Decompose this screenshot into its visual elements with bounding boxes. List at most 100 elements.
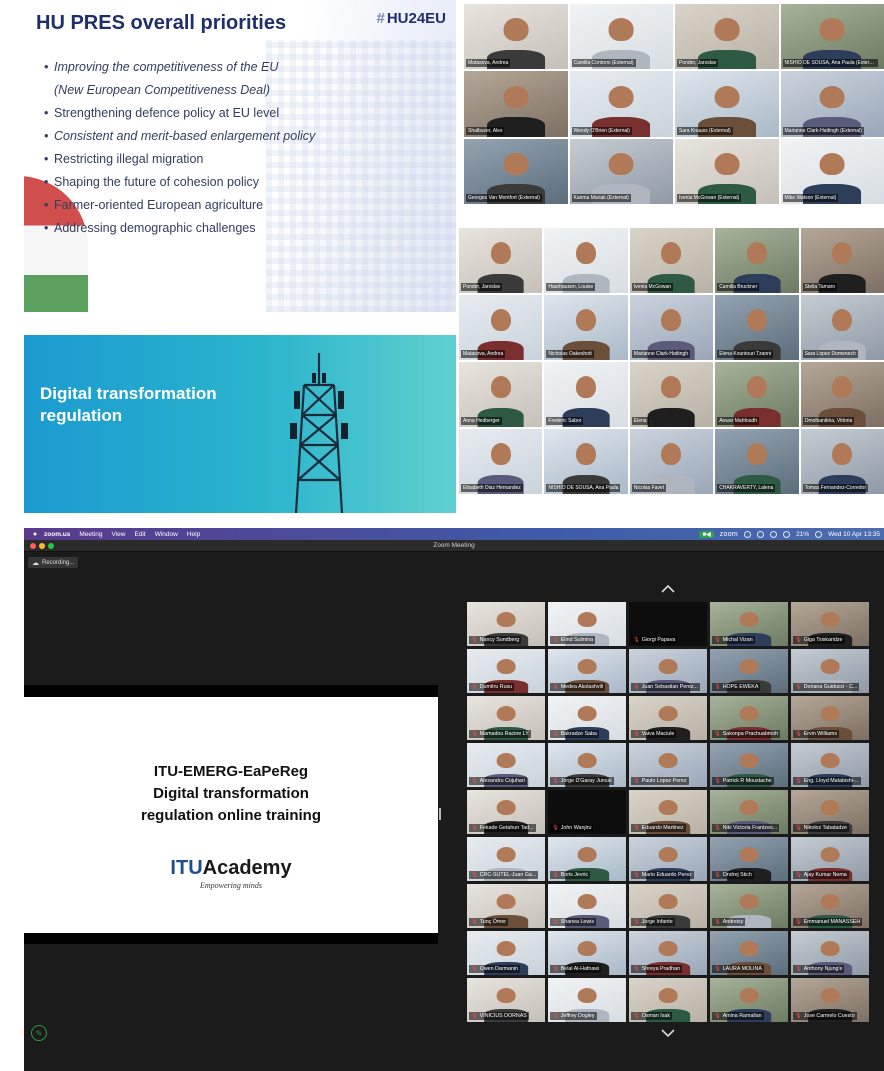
participant-video-tile[interactable]: Ponder, Jaroslav xyxy=(459,228,543,293)
participant-video-tile[interactable]: 🎙 Amina Ramallan xyxy=(710,978,788,1022)
participant-video-tile[interactable]: NISHIO DE SOUSA, Ana Paula xyxy=(544,429,628,494)
battery-level[interactable]: 21% xyxy=(796,531,809,538)
participant-video-tile[interactable]: Sara Knauss (External) xyxy=(675,71,779,137)
participant-video-tile[interactable]: Anna Hedberger xyxy=(459,362,543,427)
participant-video-tile[interactable]: 🎙 Jose Carmelo Cuesto xyxy=(791,978,869,1022)
participant-video-tile[interactable]: 🎙 VINICIUS DORNAS xyxy=(467,978,545,1022)
participant-video-tile[interactable]: Ivenia McGowan xyxy=(629,228,714,293)
menu-help[interactable]: Help xyxy=(187,531,200,538)
participant-video-tile[interactable]: Anwar Mahfoudh xyxy=(715,362,799,427)
participant-video-tile[interactable]: 🎙 LAURA MOLINA xyxy=(710,931,788,975)
participant-video-tile[interactable]: NISHIO DE SOUSA, Ana Paula (External) xyxy=(780,4,884,70)
apple-menu-icon[interactable]: ● xyxy=(30,531,40,538)
menu-view[interactable]: View xyxy=(112,531,126,538)
participant-video-tile[interactable]: 🎙 Jeffrey Dogley xyxy=(548,978,626,1022)
participant-video-tile[interactable]: 🎙 CRC-SUTEL-Juan Ga... xyxy=(467,837,545,881)
menu-edit[interactable]: Edit xyxy=(134,531,145,538)
participant-video-tile[interactable]: 🎙 Ajay Kumar Nema xyxy=(791,837,869,881)
menu-meeting[interactable]: Meeting xyxy=(79,531,102,538)
participant-video-tile[interactable]: 🎙 Eng. Lloyd Matabishi-... xyxy=(791,743,869,787)
status-icon[interactable] xyxy=(770,530,778,538)
participant-video-tile[interactable]: 🎙 Emmanuel MANASSEH xyxy=(791,884,869,928)
participant-video-tile[interactable]: Shalbuzer, Alex xyxy=(464,71,568,137)
participant-video-tile[interactable]: 🎙 Fekade Getahun Tad... xyxy=(467,790,545,834)
participant-video-tile[interactable]: 🎙 Alexandru Cojuhari xyxy=(467,743,545,787)
participant-video-tile[interactable]: Marianne Clark-Hattingh (External) xyxy=(780,71,884,137)
participant-video-tile[interactable]: Wendy O'Brien (External) xyxy=(569,71,673,137)
menu-window[interactable]: Window xyxy=(155,531,178,538)
participant-video-tile[interactable]: 🎙 Mario Eduardo Perez xyxy=(629,837,707,881)
participant-video-tile[interactable]: 🎙 Mamadou Racine LY xyxy=(467,696,545,740)
participant-video-tile[interactable]: Elena xyxy=(629,362,714,427)
participant-video-tile[interactable]: 🎙 John Wanjiru xyxy=(548,790,626,834)
pencil-icon[interactable]: ✎ xyxy=(31,1025,47,1041)
participant-video-tile[interactable]: 🎙 Jorge D'Garay Juncal xyxy=(548,743,626,787)
menu-app-zoom[interactable]: zoom.us xyxy=(44,531,70,538)
participant-video-tile[interactable]: Nicholas Oakeshott xyxy=(544,295,628,360)
participant-video-tile[interactable]: 🎙 Shanea Lewis xyxy=(548,884,626,928)
participant-video-tile[interactable]: 🎙 Osman Isak xyxy=(629,978,707,1022)
participant-video-tile[interactable]: Elisabeth Diaz Hernandez xyxy=(459,429,543,494)
wifi-icon[interactable] xyxy=(783,530,791,538)
status-icon[interactable] xyxy=(757,530,765,538)
participant-video-tile[interactable]: 🎙 Medea Akolashvili xyxy=(548,649,626,693)
participant-video-tile[interactable]: Karima Mariak (External) xyxy=(569,138,673,204)
participant-video-tile[interactable]: 🎙 Nancy Sundberg xyxy=(467,602,545,646)
participant-video-tile[interactable]: 🎙 Tunç Ömer xyxy=(467,884,545,928)
participant-video-tile[interactable]: Stella Tamaro xyxy=(800,228,884,293)
participant-video-tile[interactable]: 🎙 Ondrej Stich xyxy=(710,837,788,881)
participant-video-tile[interactable]: 🎙 Andreisy xyxy=(710,884,788,928)
recording-indicator[interactable]: ☁ Recording... xyxy=(28,557,79,568)
participant-video-tile[interactable]: 🎙 Bakradze Saba xyxy=(548,696,626,740)
participant-video-tile[interactable]: Tomas Fernandez-Corredor xyxy=(800,429,884,494)
participant-video-tile[interactable]: CHAKRAVERTY, Lalena xyxy=(715,429,799,494)
participant-video-tile[interactable]: 🎙 Belal Al-Hafnawi xyxy=(548,931,626,975)
participant-video-tile[interactable]: Sara Lopez Domenech xyxy=(800,295,884,360)
participant-video-tile[interactable]: 🎙 HOPE EWEKA xyxy=(710,649,788,693)
participant-video-tile[interactable]: Ivenia McGowan (External) xyxy=(675,138,779,204)
participant-video-tile[interactable]: Frederic Sabor xyxy=(544,362,628,427)
participant-video-tile[interactable]: 🎙 Owen Darmanin xyxy=(467,931,545,975)
participant-video-tile[interactable]: 🎙 Patrick R Moustache xyxy=(710,743,788,787)
participant-video-tile[interactable]: Camilla Bruckner xyxy=(715,228,799,293)
participant-video-tile[interactable]: 🎙 Giorgi Papava xyxy=(629,602,707,646)
zoom-status-label[interactable]: zoom xyxy=(720,531,738,538)
participant-video-tile[interactable]: 🎙 Anthony Njung'e xyxy=(791,931,869,975)
participant-video-tile[interactable]: Matasova, Andrea xyxy=(464,4,568,70)
participant-video-tile[interactable]: 🎙 Niki Victoria Frantzes... xyxy=(710,790,788,834)
participant-video-tile[interactable]: 🎙 Shreya Pradhan xyxy=(629,931,707,975)
participant-video-tile[interactable]: 🎙 Vaiva Maciule xyxy=(629,696,707,740)
search-icon[interactable] xyxy=(815,530,823,538)
chevron-down-icon[interactable] xyxy=(660,1028,676,1038)
participant-video-tile[interactable]: 🎙 Doriana Guiducci - C... xyxy=(791,649,869,693)
participant-video-tile[interactable]: 🎙 Paulo Lopez Perez xyxy=(629,743,707,787)
participant-video-tile[interactable]: 🎙 Eduardo Martinez xyxy=(629,790,707,834)
participant-video-tile[interactable]: 🎙 Juan Sebastian Perez... xyxy=(629,649,707,693)
participant-video-tile[interactable]: 🎙 Nikoloz Tabatadze xyxy=(791,790,869,834)
participant-video-tile[interactable]: Omolbanikha, Vittoria xyxy=(800,362,884,427)
participant-video-tile[interactable]: Elena Kountouri Tzanni xyxy=(715,295,799,360)
participant-video-tile[interactable]: Matasova, Andrea xyxy=(459,295,543,360)
participant-video-tile[interactable]: Haarhausen, Louise xyxy=(544,228,628,293)
participant-video-tile[interactable]: Mike Watson (External) xyxy=(780,138,884,204)
resize-handle[interactable] xyxy=(439,808,441,820)
participant-video-tile[interactable]: Camilla Contorni (External) xyxy=(569,4,673,70)
participant-video-tile[interactable]: 🎙 Ervin Williams xyxy=(791,696,869,740)
participant-video-tile[interactable]: Ponder, Jaroslav xyxy=(675,4,779,70)
participant-video-tile[interactable]: 🎙 Boris Jevric xyxy=(548,837,626,881)
clock[interactable]: Wed 10 Apr 13:35 xyxy=(828,531,880,538)
camera-status-icon[interactable]: ■◀ xyxy=(699,530,714,538)
participant-video-tile[interactable]: 🎙 Michal Vizan xyxy=(710,602,788,646)
status-icon[interactable] xyxy=(744,530,752,538)
participant-head xyxy=(739,611,759,627)
participant-video-tile[interactable]: 🎙 Dumitru Rusu xyxy=(467,649,545,693)
participant-video-tile[interactable]: 🎙 Elind Sulmina xyxy=(548,602,626,646)
muted-mic-icon: 🎙 xyxy=(714,919,721,925)
chevron-up-icon[interactable] xyxy=(660,584,676,594)
participant-video-tile[interactable]: 🎙 Jorge Infante xyxy=(629,884,707,928)
participant-video-tile[interactable]: Marianne Clark-Hattingh xyxy=(629,295,714,360)
participant-video-tile[interactable]: Nicolas Favet xyxy=(629,429,714,494)
participant-video-tile[interactable]: 🎙 Sakonpa Prachuabmoh xyxy=(710,696,788,740)
participant-video-tile[interactable]: 🎙 Giga Tsiskaridze xyxy=(791,602,869,646)
participant-video-tile[interactable]: Georges Van Montfort (External) xyxy=(464,138,568,204)
